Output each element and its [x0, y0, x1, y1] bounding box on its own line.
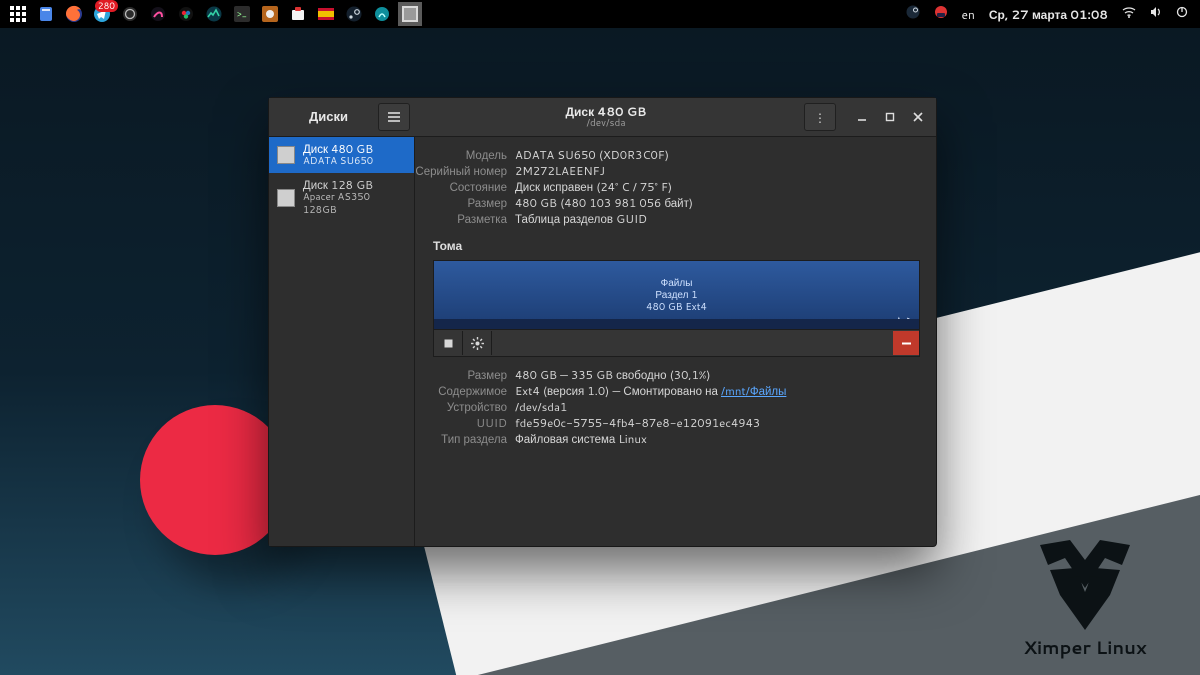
volume-partition[interactable]: Файлы Раздел 1 480 GB Ext4 ★ ▶	[434, 261, 919, 329]
value: Ext4 (версия 1.0) — Смонтировано на /mnt…	[515, 383, 786, 399]
value: fde59e0c-5755-4fb4-87e8-e12091ec4943	[515, 415, 760, 431]
obs-icon[interactable]	[118, 2, 142, 26]
drive-icon	[277, 146, 295, 164]
keyboard-layout[interactable]: en	[962, 6, 975, 23]
resolve-icon[interactable]	[174, 2, 198, 26]
disk-list-item[interactable]: Диск 128 GB Apacer AS350 128GB	[269, 173, 414, 222]
minimize-button[interactable]	[848, 104, 876, 130]
volume-fs: 480 GB Ext4	[646, 301, 707, 313]
steam-icon[interactable]	[342, 2, 366, 26]
text: Ext4 (версия 1.0) — Смонтировано на	[515, 382, 721, 399]
power-icon[interactable]	[1176, 5, 1188, 23]
svg-text:>_: >_	[237, 7, 247, 20]
app-icon[interactable]	[370, 2, 394, 26]
label: UUID	[415, 415, 507, 431]
window-subtitle: /dev/sda	[586, 118, 625, 129]
software-icon[interactable]	[286, 2, 310, 26]
volumes-heading: Тома	[433, 237, 920, 254]
firefox-icon[interactable]	[62, 2, 86, 26]
maximize-button[interactable]	[876, 104, 904, 130]
volume-settings-button[interactable]	[463, 331, 492, 355]
label: Размер	[415, 367, 507, 383]
volume-icon[interactable]	[1150, 5, 1162, 23]
value: 480 GB — 335 GB свободно (30,1%)	[515, 367, 711, 383]
terminal-icon[interactable]: >_	[230, 2, 254, 26]
wifi-icon[interactable]	[1122, 5, 1136, 23]
monitor-icon[interactable]	[202, 2, 226, 26]
value: 2M272LAEENFJ	[515, 163, 605, 179]
volume-actions	[434, 329, 919, 356]
label: Модель	[415, 147, 507, 163]
value: /dev/sda1	[515, 399, 567, 415]
telegram-icon[interactable]: 280	[90, 2, 114, 26]
label: Содержимое	[415, 383, 507, 399]
value: 480 GB (480 103 981 056 байт)	[515, 195, 693, 211]
volumes-container: Файлы Раздел 1 480 GB Ext4 ★ ▶	[433, 260, 920, 357]
close-button[interactable]	[904, 104, 932, 130]
app-icon[interactable]	[258, 2, 282, 26]
label: Размер	[415, 195, 507, 211]
label: Разметка	[415, 211, 507, 227]
label: Серийный номер	[415, 163, 507, 179]
disk-menu-button[interactable]: ⋮	[804, 103, 836, 131]
delete-partition-button[interactable]	[893, 331, 919, 355]
drive-icon	[277, 189, 295, 207]
value: Диск исправен (24° C / 75° F)	[515, 179, 672, 195]
disk-list-item[interactable]: Диск 480 GB ADATA SU650	[269, 137, 414, 173]
value: Файловая система Linux	[515, 431, 647, 447]
star-icon: ★	[894, 315, 903, 327]
notification-badge: 280	[95, 0, 118, 12]
clock[interactable]: Ср, 27 марта 01:08	[989, 6, 1108, 23]
disk-model: ADATA SU650	[303, 155, 373, 168]
disks-app-icon[interactable]	[398, 2, 422, 26]
steam-tray-icon[interactable]	[906, 5, 920, 24]
distro-name: Ximper Linux	[1000, 634, 1170, 660]
app-icon[interactable]	[34, 2, 58, 26]
mount-point-link[interactable]: /mnt/Файлы	[721, 382, 786, 399]
label: Устройство	[415, 399, 507, 415]
distro-logo: Ximper Linux	[1000, 540, 1170, 660]
top-panel: 280 >_ en Ср, 27 марта 01:08	[0, 0, 1200, 28]
disks-window: Диски Диск 480 GB /dev/sda ⋮	[268, 97, 937, 547]
desktop: Ximper Linux 280 >_	[0, 0, 1200, 675]
app-icon[interactable]	[146, 2, 170, 26]
hamburger-menu-button[interactable]	[378, 103, 410, 131]
value: Таблица разделов GUID	[515, 211, 647, 227]
activities-button[interactable]	[6, 2, 30, 26]
disk-sidebar: Диск 480 GB ADATA SU650 Диск 128 GB Apac…	[269, 137, 415, 546]
label: Состояние	[415, 179, 507, 195]
headerbar: Диски Диск 480 GB /dev/sda ⋮	[269, 98, 936, 137]
play-icon: ▶	[907, 315, 915, 327]
disk-model: Apacer AS350 128GB	[303, 191, 406, 217]
value: ADATA SU650 (XD0R3C0F)	[515, 147, 669, 163]
unmount-button[interactable]	[434, 331, 463, 355]
disk-details: Модель ADATA SU650 (XD0R3C0F) Серийный но…	[415, 137, 936, 546]
app-icon[interactable]	[314, 2, 338, 26]
tray-icon[interactable]	[934, 5, 948, 24]
label: Тип раздела	[415, 431, 507, 447]
app-title: Диски	[309, 108, 348, 126]
